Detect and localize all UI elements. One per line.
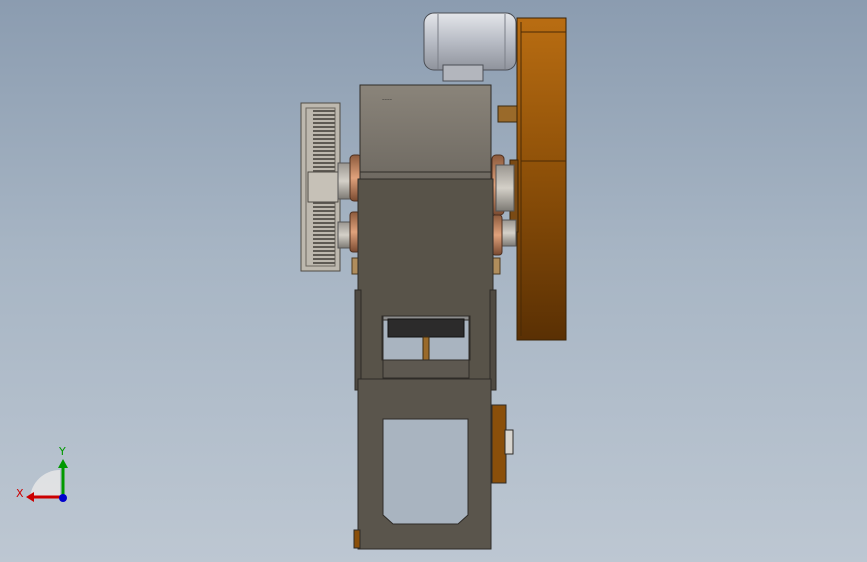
press-frame[interactable] <box>354 178 497 391</box>
z-axis-dot <box>59 494 67 502</box>
gear-tooth <box>313 210 335 212</box>
nameplate-text: –––– <box>382 97 393 103</box>
gear-tooth <box>313 154 335 156</box>
gear-tooth <box>313 238 335 240</box>
gear-tooth <box>313 226 335 228</box>
gear-tooth <box>313 214 335 216</box>
ram-rod <box>422 336 430 361</box>
gear-tooth <box>313 206 335 208</box>
gear-tooth <box>313 118 335 120</box>
gear-tooth <box>313 150 335 152</box>
y-axis-arrow <box>58 459 68 468</box>
y-axis-label: Y <box>58 445 66 458</box>
side-control-box[interactable] <box>491 404 514 484</box>
gear-tooth <box>313 234 335 236</box>
gear-tooth <box>313 162 335 164</box>
gear-tooth <box>313 126 335 128</box>
gear-tooth <box>313 246 335 248</box>
gear-tooth <box>313 258 335 260</box>
gear-tooth <box>313 262 335 264</box>
gear-tooth <box>313 146 335 148</box>
gear-tooth <box>313 130 335 132</box>
gear-tooth <box>313 254 335 256</box>
gear-tooth <box>313 230 335 232</box>
die-block[interactable] <box>387 318 465 338</box>
gear-tooth <box>313 166 335 168</box>
gear-tooth <box>313 134 335 136</box>
gear-tooth <box>313 114 335 116</box>
gear-tooth <box>313 250 335 252</box>
motor[interactable] <box>423 12 517 82</box>
gear-tooth <box>313 218 335 220</box>
gear-tooth <box>313 222 335 224</box>
gear-tooth <box>313 122 335 124</box>
x-axis-arrow <box>26 492 34 502</box>
gear-tooth <box>313 142 335 144</box>
graphics-viewport[interactable]: –––– Y X <box>0 0 867 562</box>
gear-tooth <box>313 158 335 160</box>
gear-wheel[interactable] <box>300 102 341 272</box>
gear-tooth <box>313 110 335 112</box>
press-machine-model[interactable]: –––– Y X <box>0 0 867 562</box>
view-orientation-triad[interactable]: Y X <box>16 445 68 502</box>
gear-tooth <box>313 242 335 244</box>
gear-tooth <box>313 138 335 140</box>
x-axis-label: X <box>16 487 24 500</box>
press-base[interactable] <box>353 378 492 550</box>
upper-housing[interactable]: –––– <box>359 84 492 180</box>
